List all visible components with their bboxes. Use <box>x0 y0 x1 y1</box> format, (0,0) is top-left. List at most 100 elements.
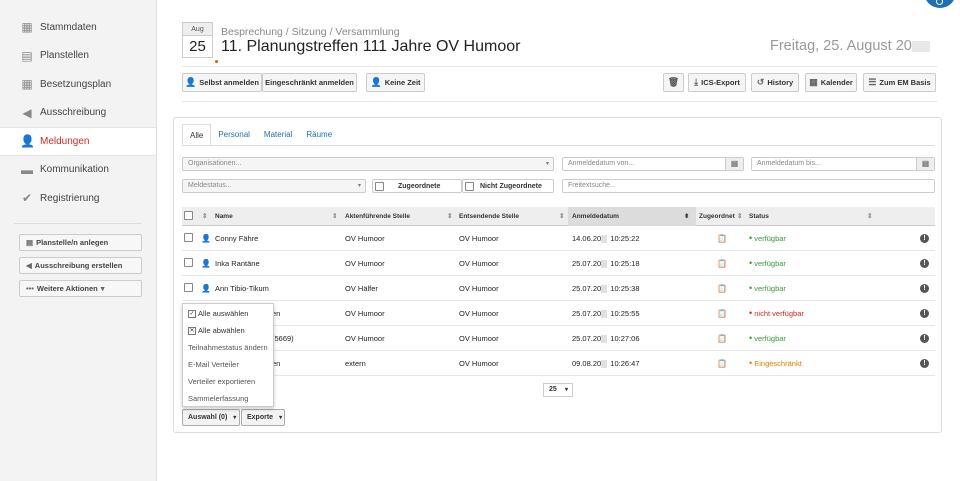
row-name: Conny Fähre <box>215 234 259 243</box>
help-corner-button[interactable] <box>924 0 956 8</box>
row-stelle: OV Humoor <box>345 309 385 318</box>
megaphone-icon: ◀ <box>22 105 32 120</box>
table-row[interactable]: 👤 Ann Tibio-Tikum OV Hälfer OV Humoor 25… <box>182 276 935 301</box>
page-size-select[interactable]: 25 ▾ <box>543 383 573 397</box>
calendar-icon[interactable]: ▦ <box>725 158 743 170</box>
tab-material[interactable]: Material <box>257 124 299 146</box>
table-row[interactable]: en OV Humoor OV Humoor 25.07.20 10:25:55… <box>182 301 935 326</box>
user-add-icon: 👤 <box>185 77 197 87</box>
sidebar-item-registrierung[interactable]: ✔ Registrierung <box>0 184 156 213</box>
sort-icon[interactable]: ⇕ <box>559 207 564 226</box>
user-report-icon: 👤 <box>20 134 35 149</box>
row-date: 09.08.20 10:26:47 <box>572 359 640 369</box>
registered-from-input[interactable]: Anmeldedatum von... ▦ <box>562 157 744 171</box>
self-register-button[interactable]: 👤 Selbst anmelden <box>182 73 262 92</box>
create-posting-button[interactable]: ◀ Ausschreibung erstellen <box>19 256 142 274</box>
menu-item-export-list[interactable]: Verteiler exportieren <box>183 373 273 390</box>
checkbox[interactable] <box>375 181 384 191</box>
selection-button[interactable]: Auswahl (0) ▾ <box>182 409 240 426</box>
info-icon[interactable]: ! <box>920 359 929 368</box>
sidebar-item-besetzungsplan[interactable]: ▦ Besetzungsplan <box>0 70 156 99</box>
row-status: • verfügbar <box>749 233 786 243</box>
no-time-button[interactable]: 👤 Keine Zeit <box>366 73 425 92</box>
history-icon: ↺ <box>756 77 765 87</box>
column-header-anmeldedatum[interactable]: Anmeldedatum <box>568 207 696 226</box>
sort-desc-icon[interactable]: ⇟ <box>684 207 689 226</box>
chevron-down-icon: ▾ <box>279 415 283 421</box>
chevron-down-icon: ▾ <box>545 161 549 167</box>
menu-item-bulk-entry[interactable]: Sammelerfassung <box>183 390 273 407</box>
table-row[interactable]: 👤 Inka Rantäne OV Humoor OV Humoor 25.07… <box>182 251 935 276</box>
menu-item-email-list[interactable]: E-Mail Verteiler <box>183 356 273 373</box>
sort-icon[interactable]: ⇕ <box>867 207 872 226</box>
row-name: Ann Tibio-Tikum <box>215 284 269 293</box>
sidebar-item-stammdaten[interactable]: ▦ Stammdaten <box>0 13 156 42</box>
to-basis-button[interactable]: ☰ Zum EM Basis <box>863 73 936 92</box>
info-icon[interactable]: ! <box>920 234 929 243</box>
sidebar-item-meldungen[interactable]: 👤 Meldungen <box>0 127 156 156</box>
chevron-down-icon: ▾ <box>100 283 105 293</box>
free-text-search[interactable]: Freitextsuche... <box>562 179 935 193</box>
clipboard-icon: 📋 <box>717 284 727 293</box>
tab-underline <box>182 145 935 146</box>
column-header-zugeordnet[interactable]: Zugeordnet <box>699 207 735 226</box>
calendar-grid-icon: ▦ <box>21 20 33 35</box>
calendar-button[interactable]: ▦ Kalender <box>805 73 857 92</box>
crossed-box-icon: ✕ <box>188 327 196 336</box>
clipboard-icon: 📋 <box>717 359 727 368</box>
row-status: • Eingeschränkt <box>749 358 802 368</box>
registered-to-input[interactable]: Anmeldedatum bis... ▦ <box>751 157 935 171</box>
add-position-button[interactable]: ▤ Planstelle/n anlegen <box>19 233 142 251</box>
info-icon[interactable]: ! <box>920 259 929 268</box>
row-entsendend: OV Humoor <box>459 309 499 318</box>
menu-item-deselect-all[interactable]: ✕ Alle abwählen <box>183 322 273 339</box>
organisations-select[interactable]: Organisationen... ▾ <box>182 157 554 171</box>
sidebar-item-kommunikation[interactable]: ▬ Kommunikation <box>0 156 156 185</box>
tab-bar: Alle Personal Material Räume <box>182 124 339 146</box>
info-icon[interactable]: ! <box>920 334 929 343</box>
sort-icon[interactable]: ⇕ <box>737 207 742 226</box>
table-header: ⇕ Name ⇕ Aktenführende Stelle ⇕ Entsende… <box>182 207 935 226</box>
tab-personal[interactable]: Personal <box>211 124 257 146</box>
sort-icon[interactable]: ⇕ <box>202 207 207 226</box>
exports-button[interactable]: Exporte ▾ <box>241 409 285 426</box>
column-header-status[interactable]: Status <box>749 207 769 226</box>
assigned-filter-toggle[interactable]: Zugeordnete <box>372 179 462 193</box>
tab-raeume[interactable]: Räume <box>299 124 339 146</box>
history-button[interactable]: ↺ History <box>751 73 799 92</box>
table-row[interactable]: en extern OV Humoor 09.08.20 10:26:47 📋 … <box>182 351 935 376</box>
sidebar-item-planstellen[interactable]: ▤ Planstellen <box>0 42 156 71</box>
column-header-entsendend[interactable]: Entsendende Stelle <box>459 207 519 226</box>
sort-icon[interactable]: ⇕ <box>332 207 337 226</box>
report-status-select[interactable]: Meldestatus... ▾ <box>182 179 366 193</box>
limited-register-button[interactable]: Eingeschränkt anmelden <box>262 73 357 92</box>
row-stelle: OV Humoor <box>345 334 385 343</box>
menu-item-change-status[interactable]: Teilnahmestatus ändern <box>183 339 273 356</box>
download-icon: ⤓ <box>694 77 699 87</box>
sidebar-item-label: Ausschreibung <box>40 107 107 119</box>
more-actions-button[interactable]: ••• Weitere Aktionen ▾ <box>19 279 142 297</box>
tab-alle[interactable]: Alle <box>182 124 212 146</box>
column-header-stelle[interactable]: Aktenführende Stelle <box>345 207 410 226</box>
ellipsis-icon: ••• <box>26 283 34 293</box>
column-header-name[interactable]: Name <box>215 207 233 226</box>
info-icon[interactable]: ! <box>920 284 929 293</box>
row-checkbox[interactable] <box>184 258 193 267</box>
delete-button[interactable]: 🗑 <box>663 73 684 92</box>
not-assigned-filter-toggle[interactable]: Nicht Zugeordnete <box>462 179 554 193</box>
plus-icon: ▤ <box>26 237 34 247</box>
calendar-icon: ▦ <box>809 77 818 87</box>
table-row[interactable]: 👤 Conny Fähre OV Humoor OV Humoor 14.06.… <box>182 226 935 251</box>
table-row[interactable]: (5669) OV Humoor OV Humoor 25.07.20 10:2… <box>182 326 935 351</box>
row-checkbox[interactable] <box>184 233 193 242</box>
row-checkbox[interactable] <box>184 283 193 292</box>
checkbox[interactable] <box>465 181 474 191</box>
menu-item-select-all[interactable]: ✓ Alle auswählen <box>183 305 273 322</box>
select-all-checkbox[interactable] <box>184 211 193 220</box>
info-icon[interactable]: ! <box>920 309 929 318</box>
ics-export-button[interactable]: ⤓ ICS-Export <box>688 73 746 92</box>
row-entsendend: OV Humoor <box>459 234 499 243</box>
sidebar-item-ausschreibung[interactable]: ◀ Ausschreibung <box>0 99 156 128</box>
sort-icon[interactable]: ⇕ <box>447 207 452 226</box>
calendar-icon[interactable]: ▦ <box>916 158 934 170</box>
